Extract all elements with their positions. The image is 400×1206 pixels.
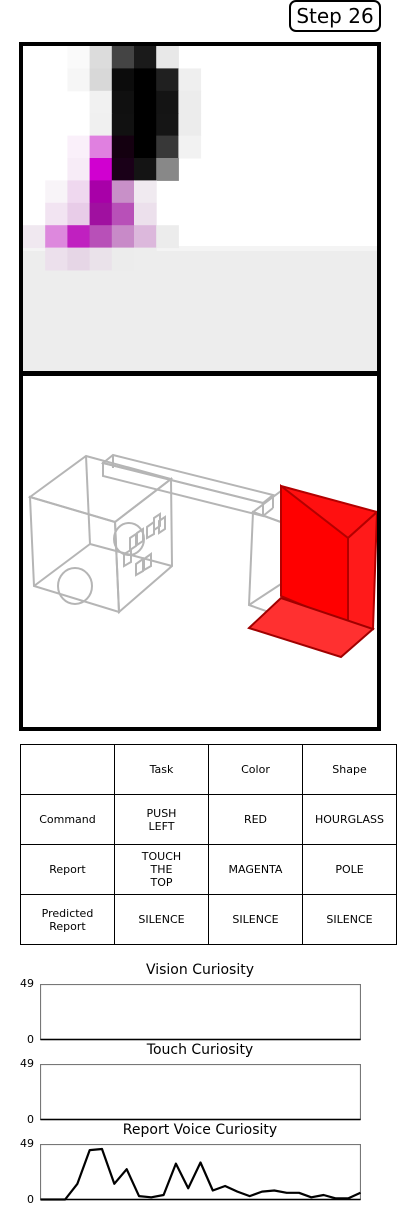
vision-pixel [134,68,157,92]
y-tick-max: 49 [20,1137,34,1150]
vision-pixel [67,225,91,249]
vision-pixel [67,68,91,92]
table-cell: PUSH LEFT [114,794,209,845]
vision-pixel [111,202,135,226]
table-cell: MAGENTA [208,844,303,895]
vision-pixel [111,158,135,181]
vision-pixel [89,225,113,249]
chart-plot-area [40,1144,361,1201]
vision-pixel [89,180,113,204]
vision-pixel [89,90,113,114]
vision-pixel [67,46,91,69]
vision-pixel [89,68,113,92]
vision-pixel [134,46,157,69]
vision-pixel [67,247,91,271]
chart-frame [40,984,361,1041]
scene-drawing [27,453,377,659]
table-cell: POLE [302,844,397,895]
table-header-cell: Color [208,744,303,795]
vision-pixel [111,225,135,249]
vision-pixel [89,46,113,69]
vision-pixel [156,90,179,114]
report-voice-curiosity-chart: Report Voice Curiosity 49 0 [0,1122,400,1206]
vision-pixel [178,90,202,114]
table-header-cell: Task [114,744,209,795]
step-label: Step 26 [296,4,374,28]
vision-pixel [178,113,202,137]
table-cell: HOURGLASS [302,794,397,845]
scene-view [19,372,381,731]
table-row: Report TOUCH THE TOP MAGENTA POLE [20,844,397,895]
table-cell: SILENCE [302,894,397,945]
vision-pixel [111,68,135,92]
vision-pixel [156,68,179,92]
wireframe-cube [27,454,174,615]
vision-pixel [134,135,157,159]
vision-pixel [134,113,157,137]
vision-pixel [45,247,68,271]
vision-pixel [178,68,202,92]
vision-pixel [89,135,113,159]
vision-pixel [45,225,68,249]
table-cell: SILENCE [114,894,209,945]
table-row: Predicted Report SILENCE SILENCE SILENCE [20,894,397,945]
vision-view [19,42,381,375]
vision-pixel [89,202,113,226]
table-cell: SILENCE [208,894,303,945]
report-table: Task Color Shape Command PUSH LEFT RED HO… [20,744,397,945]
table-cell: TOUCH THE TOP [114,844,209,895]
vision-pixel [111,135,135,159]
vision-pixel [67,135,91,159]
vision-pixel [156,225,179,249]
chart-frame [40,1064,361,1121]
table-header-cell [20,744,115,795]
vision-pixel [134,202,157,226]
vision-pixel [134,247,157,271]
vision-pixel [67,180,91,204]
chart-plot-area [40,984,361,1041]
vision-pixel [111,113,135,137]
vision-pixel [89,247,113,271]
step-badge: Step 26 [289,0,381,32]
chart-title: Report Voice Curiosity [122,1122,278,1138]
vision-pixel [89,158,113,181]
vision-pixel [134,158,157,181]
vision-pixel [111,46,135,69]
vision-pixel [178,135,202,159]
vision-pixel [89,113,113,137]
vision-pixel [134,180,157,204]
vision-pixel [134,225,157,249]
touch-curiosity-chart: Touch Curiosity 49 0 [0,1042,400,1126]
vision-pixel [45,202,68,226]
vision-pixel [156,135,179,159]
vision-pixel [156,158,179,181]
vision-pixel [67,202,91,226]
vision-pixel [23,225,46,249]
table-cell: RED [208,794,303,845]
vision-pixel [67,158,91,181]
chart-plot-area [40,1064,361,1121]
vision-pixel [45,180,68,204]
vision-pixel [111,90,135,114]
row-label: Predicted Report [20,894,115,945]
y-tick-max: 49 [20,977,34,990]
chart-title: Touch Curiosity [146,1042,254,1058]
vision-curiosity-chart: Vision Curiosity 49 0 [0,962,400,1046]
vision-pixel [156,113,179,137]
vision-pixel [111,247,135,271]
table-row: Command PUSH LEFT RED HOURGLASS [20,794,397,845]
y-tick-max: 49 [20,1057,34,1070]
vision-pixel [156,46,179,69]
vision-pixel [134,90,157,114]
vision-pixel [111,180,135,204]
row-label: Report [20,844,115,895]
row-label: Command [20,794,115,845]
table-header-cell: Shape [302,744,397,795]
y-tick-min: 0 [27,1193,34,1206]
vision-pixels [23,46,377,371]
chart-title: Vision Curiosity [145,962,255,978]
table-header-row: Task Color Shape [20,744,397,795]
